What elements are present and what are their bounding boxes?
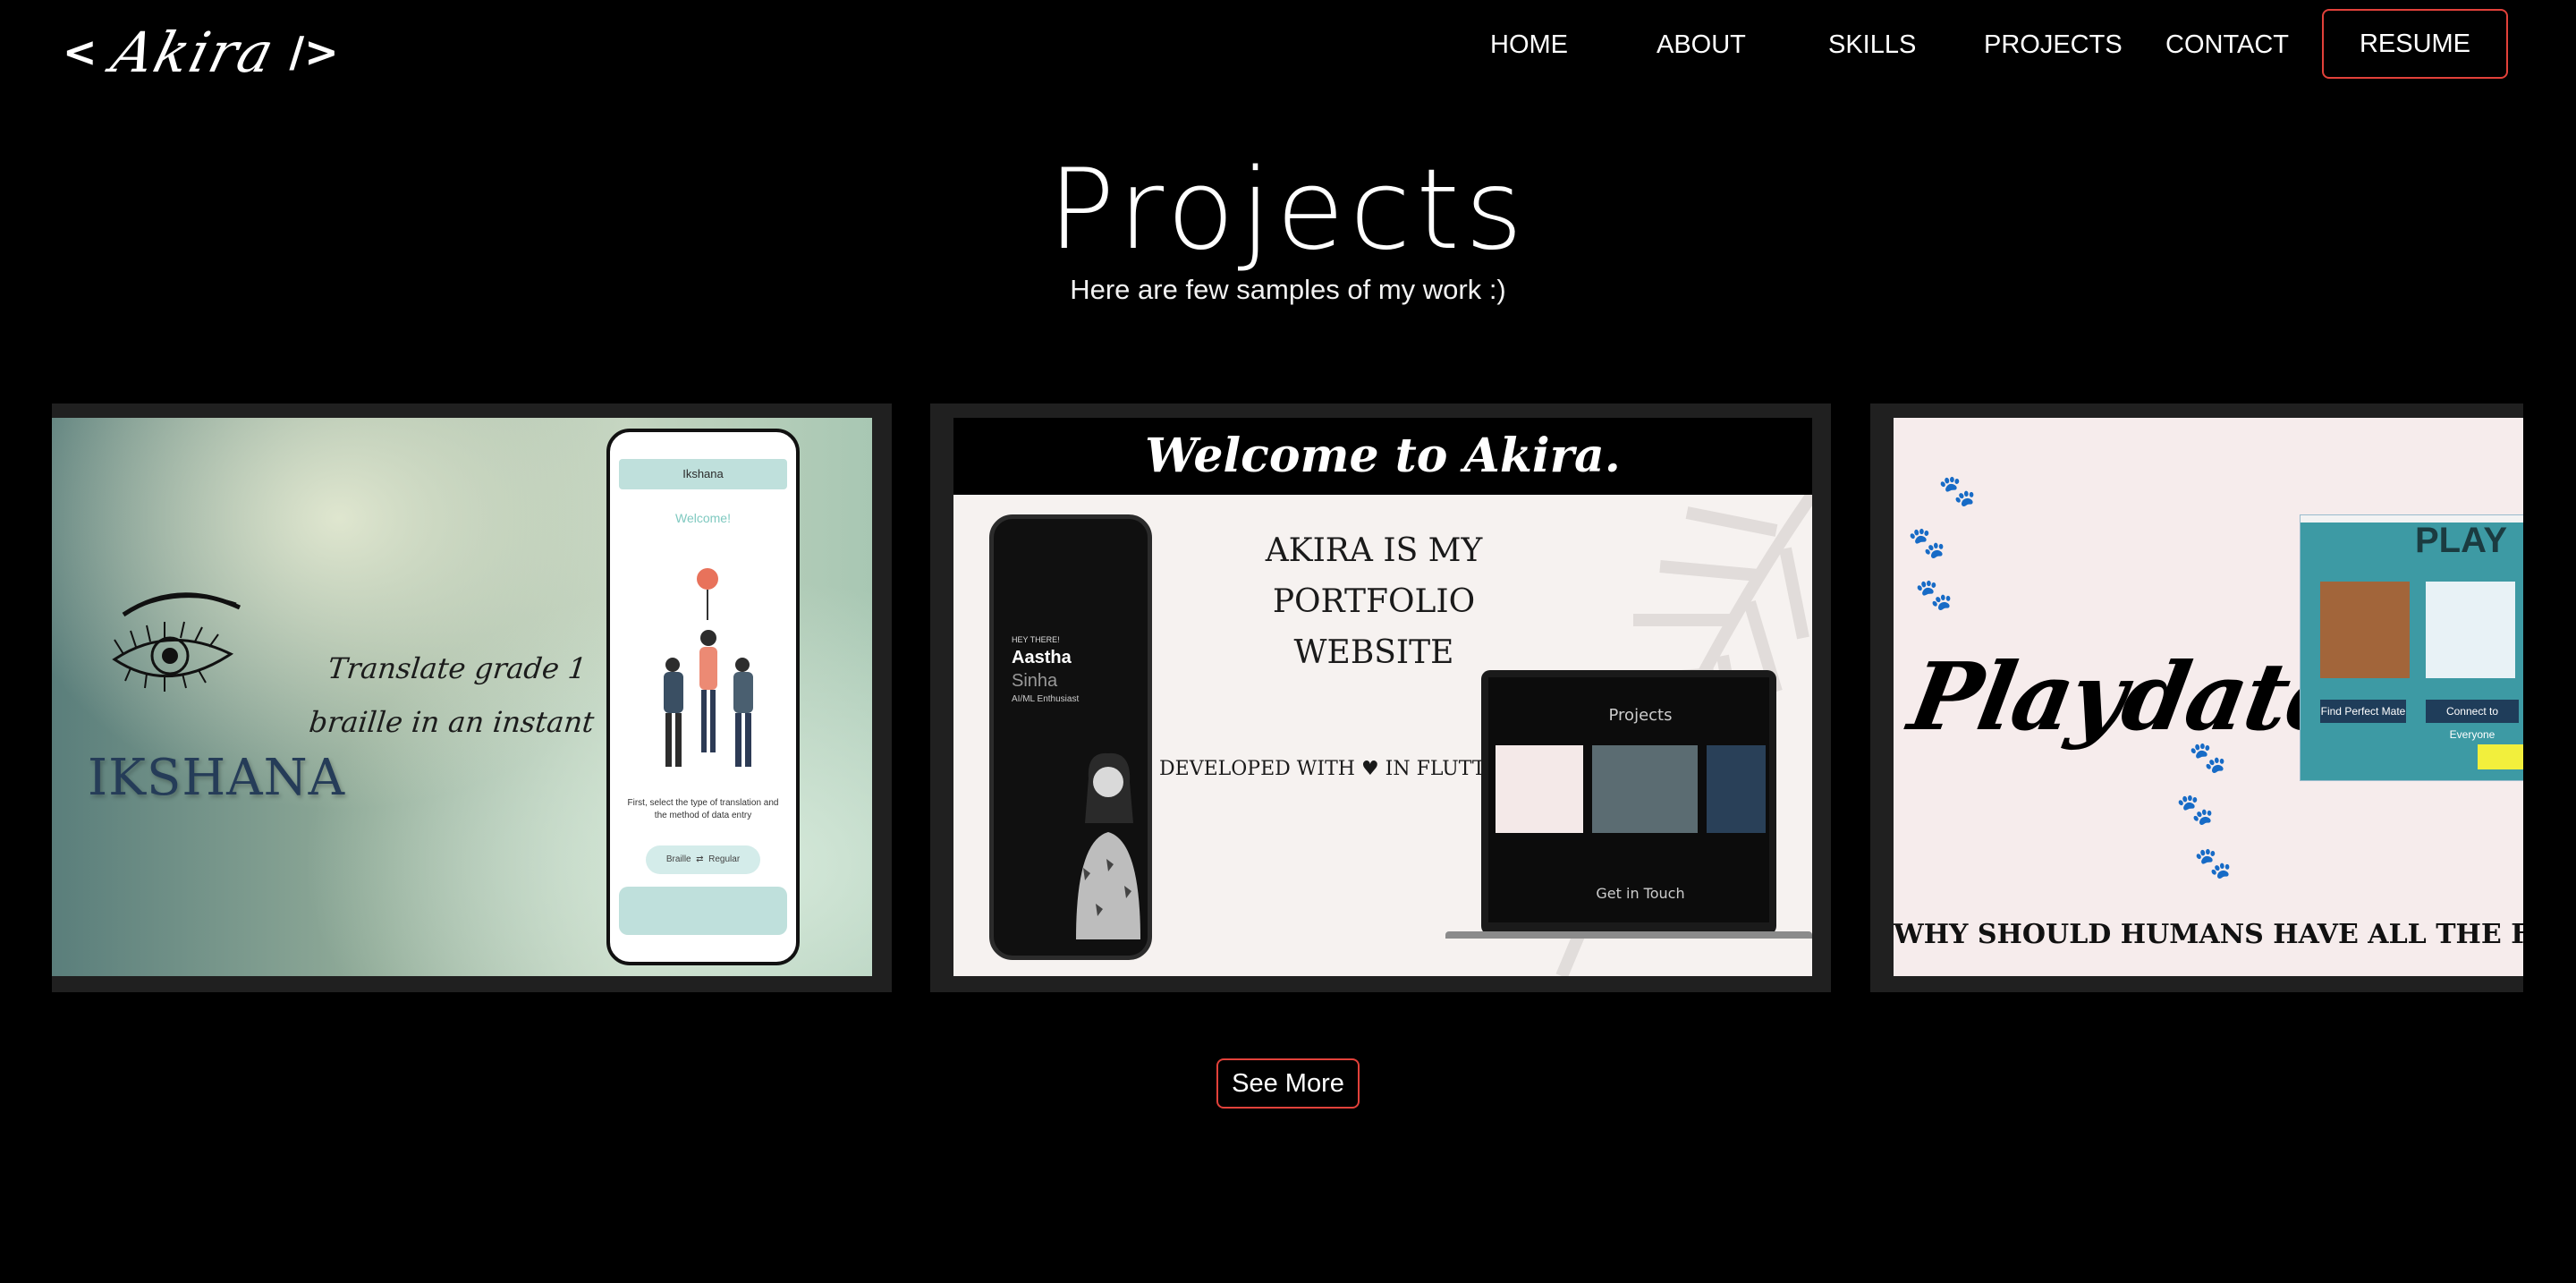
laptop-heading: Projects: [1608, 706, 1673, 725]
nav-projects[interactable]: PROJECTS: [1984, 9, 2123, 81]
logo-signature: Akira: [105, 19, 282, 85]
people-illustration-icon: [664, 568, 753, 767]
page-title: Projects: [1047, 146, 1529, 275]
logo-open-bracket: <: [63, 28, 97, 76]
project-name-ikshana: IKSHANA: [88, 749, 346, 807]
paw-icon: 🐾: [1915, 578, 1953, 612]
project-card-playdate[interactable]: 🐾 🐾 🐾 🐾 🐾 🐾 Playdate PLAY Find Perfect M…: [1870, 404, 2523, 992]
portrait-photo-icon: [1076, 752, 1140, 939]
last-name-text: Sinha: [1012, 671, 1058, 691]
akira-banner: Welcome to Akira.: [953, 418, 1812, 495]
page-subtitle: Here are few samples of my work :): [1070, 274, 1506, 305]
find-mate-button: Find Perfect Mate: [2320, 700, 2406, 723]
app-bar: Ikshana: [619, 459, 787, 489]
playdate-screenshot: PLAY Find Perfect Mate Connect to Everyo…: [2300, 514, 2523, 781]
yellow-button: [2478, 744, 2523, 769]
logo-close-bracket: />: [289, 28, 339, 76]
toggle-braille-label: Braille: [665, 854, 691, 864]
first-name-text: Aastha: [1012, 648, 1072, 667]
bottom-tabs: [619, 887, 787, 935]
nav-skills[interactable]: SKILLS: [1828, 9, 1916, 81]
project-image-akira: Welcome to Akira. HEY THERE! Aastha Sinh…: [953, 418, 1812, 976]
mode-toggle: Braille ⇄ Regular: [646, 845, 760, 874]
dog-photo-icon: [2320, 582, 2410, 678]
project-card-akira[interactable]: Welcome to Akira. HEY THERE! Aastha Sinh…: [930, 404, 1831, 992]
nav-home[interactable]: HOME: [1490, 9, 1568, 81]
paw-icon: 🐾: [1908, 526, 1946, 560]
project-image-playdate: 🐾 🐾 🐾 🐾 🐾 🐾 Playdate PLAY Find Perfect M…: [1894, 418, 2523, 976]
globe-icon: [2426, 582, 2515, 678]
instruction-text: First, select the type of translation an…: [627, 798, 779, 820]
paw-icon: 🐾: [2176, 793, 2215, 827]
see-more-button[interactable]: See More: [1216, 1058, 1360, 1109]
welcome-text: Welcome!: [675, 511, 731, 525]
resume-button[interactable]: RESUME: [2322, 9, 2508, 79]
phone-mockup: Ikshana Welcome! First, select the type …: [606, 429, 800, 965]
developed-with-text: DEVELOPED WITH ♥ IN FLUTTER: [1159, 758, 1515, 780]
nav-about[interactable]: ABOUT: [1657, 9, 1746, 81]
nav-contact[interactable]: CONTACT: [2165, 9, 2289, 81]
role-text: AI/ML Enthusiast: [1012, 694, 1080, 704]
project-tagline-playdate: WHY SHOULD HUMANS HAVE ALL THE FUN: [1894, 919, 2523, 950]
project-image-ikshana: IKSHANA Translate grade 1 braille in an …: [52, 418, 872, 976]
paw-icon: 🐾: [1938, 474, 1977, 508]
phone-mockup-portfolio: HEY THERE! Aastha Sinha AI/ML Enthusiast: [989, 514, 1152, 960]
logo[interactable]: < Akira />: [63, 16, 339, 88]
project-name-playdate: Playdate: [1902, 642, 2354, 752]
akira-headline: AKIRA IS MY PORTFOLIO WEBSITE: [1265, 532, 1483, 671]
greeting-text: HEY THERE!: [1012, 635, 1060, 644]
project-card-ikshana[interactable]: IKSHANA Translate grade 1 braille in an …: [52, 404, 892, 992]
connect-button: Connect to Everyone: [2426, 700, 2519, 741]
eye-illustration-icon: [112, 592, 242, 692]
project-tagline-ikshana: Translate grade 1 braille in an instant: [307, 651, 596, 739]
laptop-footer: Get in Touch: [1596, 885, 1685, 902]
screenshot-title: PLAY: [2415, 521, 2508, 560]
toggle-regular-label: Regular: [708, 854, 741, 864]
paw-icon: 🐾: [2194, 846, 2233, 880]
